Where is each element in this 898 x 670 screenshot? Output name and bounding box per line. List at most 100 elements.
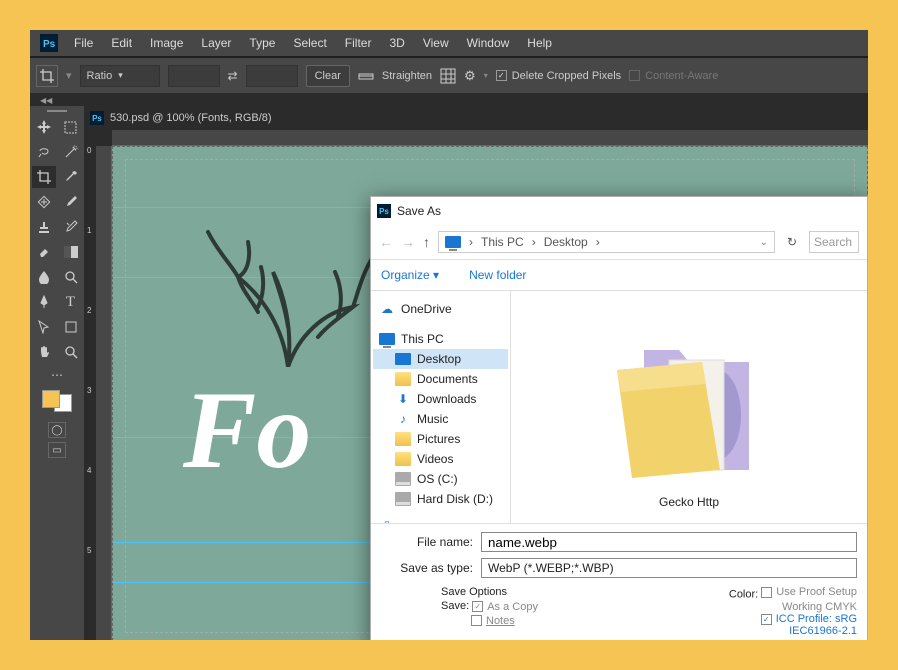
content-aware-checkbox[interactable]: Content-Aware [629,70,718,82]
crumb-chevron-down-icon[interactable]: ⌄ [760,237,768,248]
menu-3d[interactable]: 3D [389,36,404,50]
shape-tool[interactable] [59,316,83,338]
tree-thispc[interactable]: This PC [373,329,508,349]
menu-filter[interactable]: Filter [345,36,372,50]
menu-view[interactable]: View [423,36,449,50]
width-input[interactable] [168,65,220,87]
filename-input[interactable] [481,532,857,552]
svg-text:Ps: Ps [43,39,56,50]
drive-icon [395,492,411,506]
height-input[interactable] [246,65,298,87]
dodge-tool[interactable] [59,266,83,288]
screenmode-icon[interactable]: ▭ [48,442,66,458]
eyedropper-tool[interactable] [59,166,83,188]
app-window: Ps File Edit Image Layer Type Select Fil… [30,30,868,640]
gear-icon[interactable]: ⚙ [464,68,476,84]
tree-videos[interactable]: Videos [373,449,508,469]
dialog-titlebar[interactable]: Ps Save As [371,197,867,225]
file-pane[interactable]: Gecko Http [511,291,867,523]
dialog-bottom: File name: Save as type: WebP (*.WEBP;*.… [371,523,867,640]
menu-file[interactable]: File [74,36,93,50]
menu-type[interactable]: Type [249,36,275,50]
content-aware-label: Content-Aware [645,70,718,82]
proof-checkbox[interactable]: Use Proof Setup [761,586,857,598]
nav-forward-icon[interactable]: → [401,234,415,250]
save-as-dialog: Ps Save As ← → ↑ › This PC › Desktop › ⌄… [370,196,868,640]
quickmask-icon[interactable]: ◯ [48,422,66,438]
swap-icon[interactable]: ⇄ [228,69,238,83]
desktop-icon [395,353,411,365]
menu-select[interactable]: Select [293,36,326,50]
marquee-tool[interactable] [59,116,83,138]
brush-tool[interactable] [59,191,83,213]
working-cmyk-label: Working CMYK [729,601,857,613]
icc-checkbox[interactable]: ✓ICC Profile: sRG [761,613,857,625]
pictures-icon [395,432,411,446]
music-icon: ♪ [395,412,411,426]
toolbox: T ⋯ ◯ ▭ [30,106,84,640]
drive-icon [395,472,411,486]
search-input[interactable]: Search [809,231,859,253]
breadcrumb[interactable]: › This PC › Desktop › ⌄ [438,231,775,253]
history-brush-tool[interactable] [59,216,83,238]
crop-tool[interactable] [32,166,56,188]
filename-label: File name: [381,535,481,549]
menu-layer[interactable]: Layer [201,36,231,50]
crop-tool-icon[interactable] [36,65,58,87]
color-swatch[interactable] [42,390,72,412]
videos-icon [395,452,411,466]
refresh-icon[interactable]: ↻ [783,233,801,251]
straighten-icon[interactable] [358,69,374,83]
folder-item[interactable] [589,305,789,485]
path-tool[interactable] [32,316,56,338]
menu-help[interactable]: Help [527,36,552,50]
pc-icon [445,236,461,248]
menu-image[interactable]: Image [150,36,183,50]
tree-downloads[interactable]: ⬇Downloads [373,389,508,409]
tree-onedrive[interactable]: ☁OneDrive [373,299,508,319]
nav-back-icon[interactable]: ← [379,234,393,250]
tree-hdd[interactable]: Hard Disk (D:) [373,489,508,509]
ratio-dropdown[interactable]: Ratio [80,65,160,87]
quickselect-tool[interactable] [59,141,83,163]
lasso-tool[interactable] [32,141,56,163]
gradient-tool[interactable] [59,241,83,263]
grid-icon[interactable] [440,68,456,84]
savetype-dropdown[interactable]: WebP (*.WEBP;*.WBP) [481,558,857,578]
pen-tool[interactable] [32,291,56,313]
tree-desktop[interactable]: Desktop [373,349,508,369]
collapse-bar[interactable]: ◀◀ [30,94,868,106]
ruler-horizontal [112,130,868,146]
new-folder-button[interactable]: New folder [469,268,526,282]
zoom-tool[interactable] [59,341,83,363]
antler-graphic [203,217,343,337]
stamp-tool[interactable] [32,216,56,238]
as-copy-checkbox[interactable]: ✓As a Copy [472,601,538,613]
notes-checkbox[interactable]: Notes [471,615,515,627]
crumb-desktop[interactable]: Desktop [544,235,588,249]
dialog-ps-icon: Ps [377,204,391,218]
tree-pictures[interactable]: Pictures [373,429,508,449]
organize-button[interactable]: Organize ▾ [381,268,439,282]
type-tool[interactable]: T [59,291,83,313]
eraser-tool[interactable] [32,241,56,263]
heal-tool[interactable] [32,191,56,213]
delete-cropped-checkbox[interactable]: ✓ Delete Cropped Pixels [496,70,621,82]
crumb-thispc[interactable]: This PC [481,235,524,249]
clear-button[interactable]: Clear [306,65,350,87]
move-tool[interactable] [32,116,56,138]
menu-window[interactable]: Window [467,36,510,50]
save-options-label: Save Options [441,586,538,598]
tree-music[interactable]: ♪Music [373,409,508,429]
blur-tool[interactable] [32,266,56,288]
workspace: T ⋯ ◯ ▭ Ps 530.psd @ 100% (Fonts, RGB/8)… [30,106,868,640]
folder-icon [395,372,411,386]
tree-osc[interactable]: OS (C:) [373,469,508,489]
options-bar: ▾ Ratio ⇄ Clear Straighten ⚙ ▾ ✓ Delete … [30,58,868,94]
hand-tool[interactable] [32,341,56,363]
nav-up-icon[interactable]: ↑ [423,234,430,250]
document-tab[interactable]: Ps 530.psd @ 100% (Fonts, RGB/8) [84,106,868,130]
ruler-vertical: 0 1 2 3 4 5 [96,146,112,640]
tree-documents[interactable]: Documents [373,369,508,389]
menu-edit[interactable]: Edit [111,36,132,50]
